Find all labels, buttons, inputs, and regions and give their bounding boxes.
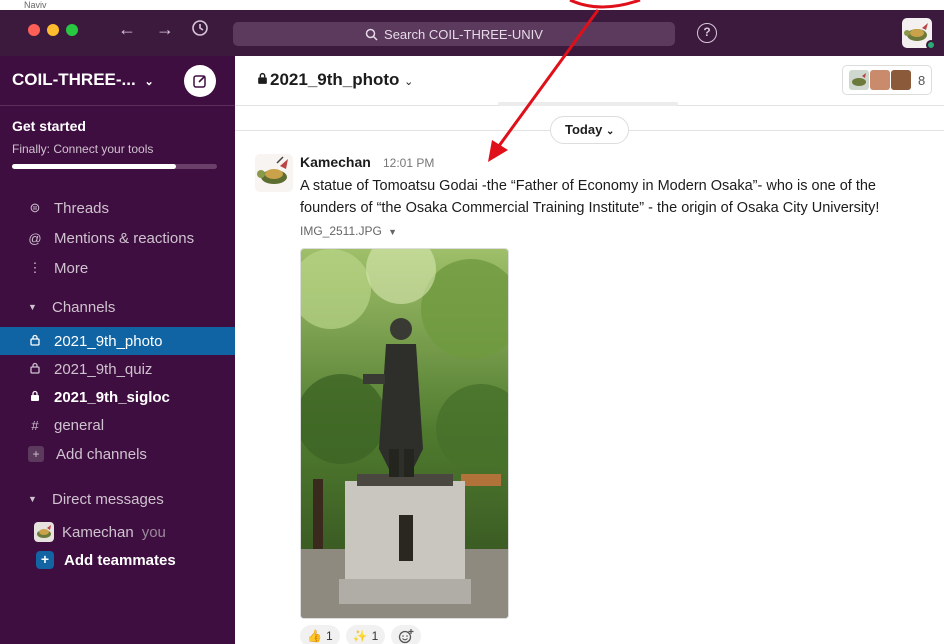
sidebar-item-label: 2021_9th_quiz [54, 360, 153, 378]
file-name: IMG_2511.JPG [300, 224, 382, 238]
sidebar-item-mentions[interactable]: @ Mentions & reactions [0, 224, 235, 252]
threads-icon: ⊜ [29, 200, 41, 215]
member-avatar [870, 70, 890, 90]
statue-photo-image [301, 249, 508, 618]
sidebar-item-label: 2021_9th_sigloc [54, 388, 170, 406]
help-icon[interactable]: ? [697, 23, 717, 43]
caret-down-icon: ▼ [388, 227, 398, 237]
close-window-button[interactable] [28, 24, 40, 36]
get-started-progress-bar [12, 164, 217, 169]
title-bar: ← → Search COIL-THREE-UNIV ? [0, 10, 944, 56]
add-teammates-label: Add teammates [64, 551, 176, 569]
more-vertical-icon: ⋮ [28, 260, 42, 275]
sidebar-item-label: general [54, 416, 105, 434]
plus-icon: + [36, 551, 54, 569]
members-button[interactable]: 8 [842, 65, 932, 95]
channel-name: 2021_9th_photo [270, 70, 400, 89]
attached-photo[interactable] [300, 248, 509, 619]
chevron-down-icon: ⌄ [404, 76, 414, 88]
sparkles-icon: ✨ [352, 629, 368, 643]
get-started-title[interactable]: Get started [12, 118, 86, 134]
compose-icon [193, 75, 206, 88]
dm-header-label: Direct messages [52, 490, 164, 508]
search-placeholder: Search COIL-THREE-UNIV [384, 26, 543, 42]
channels-section-header[interactable]: ▼ Channels [0, 293, 235, 321]
compose-button[interactable] [184, 65, 216, 97]
workspace-header: COIL-THREE-... ⌄ [0, 56, 235, 106]
workspace-name-button[interactable]: COIL-THREE-... ⌄ [12, 70, 154, 90]
sidebar-item-general[interactable]: # general [0, 411, 235, 439]
date-divider-button[interactable]: Today ⌄ [550, 116, 630, 144]
reaction-count: 1 [371, 629, 379, 643]
search-input[interactable]: Search COIL-THREE-UNIV [233, 22, 675, 46]
zoom-window-button[interactable] [66, 24, 78, 36]
dm-user-name: Kamechan [62, 523, 134, 541]
lock-icon [258, 72, 267, 84]
plus-icon: + [28, 446, 44, 462]
reaction-sparkles[interactable]: ✨ 1 [345, 625, 386, 644]
dm-item-kamechan[interactable]: Kamechan you [0, 518, 235, 546]
sidebar-item-2021-9th-sigloc[interactable]: 2021_9th_sigloc [0, 383, 235, 411]
search-icon [365, 28, 378, 41]
message-avatar[interactable] [255, 154, 293, 192]
thumbs-up-icon: 👍 [307, 629, 322, 643]
dm-you-label: you [141, 523, 166, 541]
workspace-name: COIL-THREE-... [12, 70, 136, 89]
slack-app-window: Naviv ← → Search COIL-THREE-UNIV ? COIL-… [0, 0, 944, 644]
dm-section-header[interactable]: ▼ Direct messages [0, 485, 235, 513]
add-emoji-icon [399, 629, 414, 644]
online-status-dot [926, 40, 936, 50]
sidebar-item-label: More [54, 259, 89, 277]
sidebar-item-label: Mentions & reactions [54, 229, 195, 247]
minimize-window-button[interactable] [47, 24, 59, 36]
lock-icon [28, 334, 42, 349]
member-avatar [891, 70, 911, 90]
add-reaction-button[interactable] [391, 625, 422, 644]
caret-down-icon: ▼ [28, 302, 37, 312]
channel-header: 2021_9th_photo ⌄ 8 [235, 56, 944, 106]
sidebar: COIL-THREE-... ⌄ Get started Finally: Co… [0, 56, 235, 644]
channels-header-label: Channels [52, 298, 116, 316]
member-avatar [849, 70, 869, 90]
history-icon[interactable] [191, 19, 209, 41]
message-timestamp[interactable]: 12:01 PM [383, 156, 434, 170]
add-teammates-button[interactable]: + Add teammates [0, 546, 235, 574]
sidebar-item-label: 2021_9th_photo [54, 332, 163, 350]
chevron-down-icon: ⌄ [144, 76, 154, 88]
back-arrow-icon[interactable]: ← [118, 19, 136, 39]
turtle-avatar-icon [257, 156, 288, 184]
channel-name-button[interactable]: 2021_9th_photo ⌄ [257, 70, 413, 90]
reaction-count: 1 [325, 629, 333, 643]
sidebar-item-threads[interactable]: ⊜ Threads [0, 194, 235, 222]
channel-view: 2021_9th_photo ⌄ 8 Today ⌄ Kamechan 12:0… [235, 56, 944, 644]
caret-down-icon: ▼ [28, 494, 37, 504]
forward-arrow-icon[interactable]: → [156, 19, 174, 39]
file-name-toggle[interactable]: IMG_2511.JPG ▼ [300, 224, 397, 238]
get-started-progress-fill [12, 164, 176, 169]
sidebar-item-more[interactable]: ⋮ More [0, 254, 235, 282]
member-count: 8 [918, 72, 926, 88]
sidebar-item-2021-9th-quiz[interactable]: 2021_9th_quiz [0, 355, 235, 383]
add-channels-label: Add channels [56, 445, 147, 463]
lock-icon [28, 362, 42, 377]
message-author[interactable]: Kamechan [300, 154, 371, 170]
chevron-down-icon: ⌄ [605, 126, 615, 137]
sidebar-item-2021-9th-photo[interactable]: 2021_9th_photo [0, 327, 235, 355]
lock-icon [28, 390, 42, 405]
get-started-subtitle[interactable]: Finally: Connect your tools [12, 142, 153, 156]
reactions-bar: 👍 1 ✨ 1 [300, 625, 422, 644]
hash-icon: # [31, 417, 39, 433]
corner-label: Naviv [24, 0, 47, 10]
sidebar-item-label: Threads [54, 199, 110, 217]
date-divider-label: Today [565, 122, 603, 137]
message-text: A statue of Tomoatsu Godai -the “Father … [300, 178, 880, 216]
scroll-hint [498, 102, 678, 106]
at-icon: @ [28, 230, 42, 246]
reaction-thumbs-up[interactable]: 👍 1 [300, 625, 340, 644]
add-channels-button[interactable]: + Add channels [0, 440, 235, 468]
dm-avatar [34, 522, 54, 542]
